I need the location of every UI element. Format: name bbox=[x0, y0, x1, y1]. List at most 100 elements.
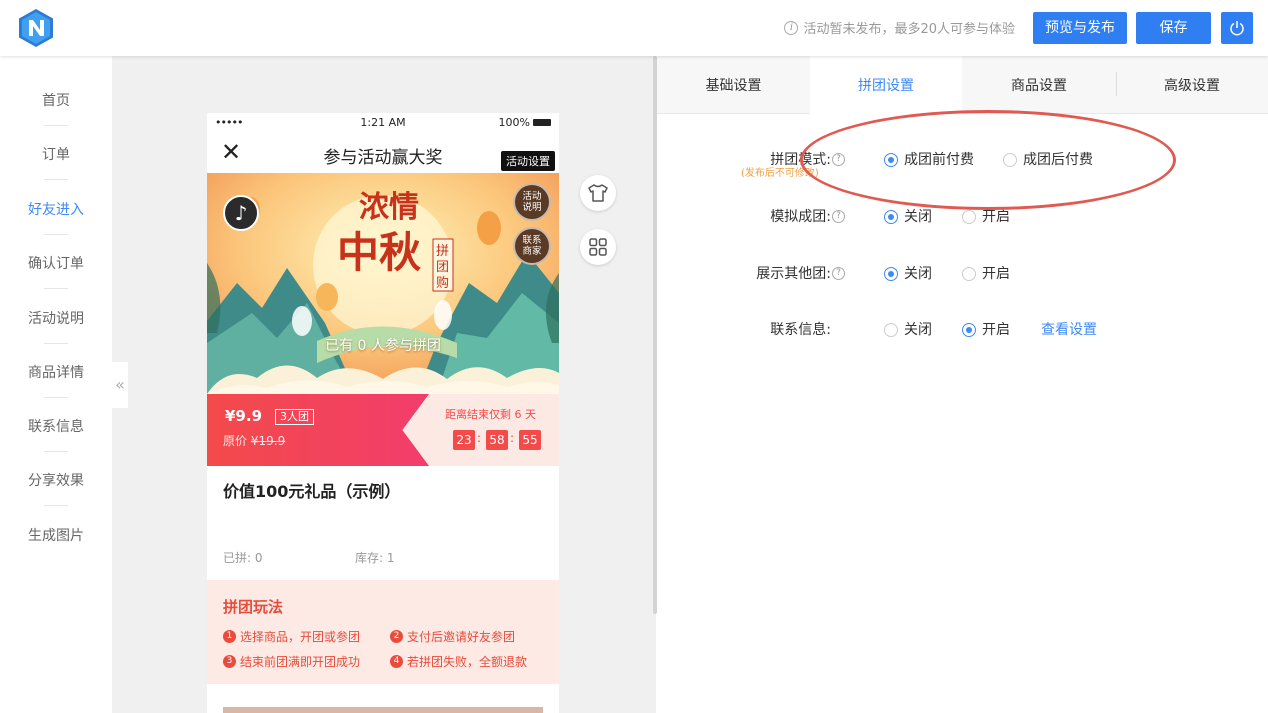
theme-button[interactable] bbox=[580, 175, 616, 211]
radio-label: 关闭 bbox=[904, 322, 932, 338]
annotation-highlight-ellipse bbox=[800, 110, 1176, 210]
sidebar-item-activity-info[interactable]: 活动说明 bbox=[0, 308, 112, 328]
radio-unchecked-icon bbox=[962, 210, 976, 224]
product-name: 价值100元礼品（示例） bbox=[223, 482, 401, 501]
sub-headline-char: 拼 bbox=[436, 244, 449, 259]
joined-stat: 已拼: 0 bbox=[223, 551, 263, 565]
sidebar-item-home[interactable]: 首页 bbox=[0, 90, 112, 110]
battery-icon bbox=[533, 119, 551, 126]
sidebar-item-confirm-order[interactable]: 确认订单 bbox=[0, 253, 112, 273]
rule-text: 选择商品，开团或参团 bbox=[240, 630, 361, 644]
grid-icon bbox=[589, 238, 607, 256]
rule-item: 3 结束前团满即开团成功 bbox=[223, 653, 360, 670]
rules-title: 拼团玩法 bbox=[223, 598, 284, 616]
sub-headline-char: 购 bbox=[436, 275, 449, 291]
view-settings-link[interactable]: 查看设置 bbox=[1041, 318, 1097, 342]
countdown-minutes: 58 bbox=[486, 430, 508, 450]
stock-stat: 库存: 1 bbox=[355, 551, 395, 565]
sidebar-item-product-detail[interactable]: 商品详情 bbox=[0, 362, 112, 382]
sidebar-divider bbox=[44, 179, 68, 180]
countdown-separator: : bbox=[477, 431, 482, 445]
radio-checked-icon bbox=[884, 210, 898, 224]
countdown-separator: : bbox=[510, 431, 515, 445]
tab-group[interactable]: 拼团设置 bbox=[810, 56, 962, 115]
countdown-label: 距离结束仅剩 6 天 bbox=[445, 408, 536, 421]
sidebar-divider bbox=[44, 234, 68, 235]
radio-checked-icon bbox=[962, 323, 976, 337]
rule-number: 2 bbox=[390, 630, 403, 643]
show-other-off-radio[interactable]: 关闭 bbox=[884, 262, 932, 286]
tab-basic[interactable]: 基础设置 bbox=[657, 56, 810, 114]
simulate-group-label: 模拟成团: bbox=[770, 209, 831, 225]
phone-status-bar: ••••• 1:21 AM 100% bbox=[207, 113, 559, 133]
rule-item: 2 支付后邀请好友参团 bbox=[390, 628, 515, 645]
promo-banner[interactable]: 浓情 中秋 拼 团 购 ♪ 活动 说明 联系 商家 已有 0 人参与拼团 bbox=[207, 173, 559, 394]
rule-text: 支付后邀请好友参团 bbox=[407, 630, 516, 644]
sidebar-item-contact[interactable]: 联系信息 bbox=[0, 416, 112, 436]
sidebar-divider bbox=[44, 288, 68, 289]
group-price: ¥9.9 bbox=[225, 407, 263, 425]
headline-line2: 中秋 bbox=[337, 228, 421, 277]
show-other-groups-label: 展示其他团: bbox=[756, 266, 831, 282]
music-toggle[interactable]: ♪ bbox=[223, 195, 259, 231]
double-chevron-left-icon: « bbox=[115, 375, 125, 394]
rule-text: 结束前团满即开团成功 bbox=[240, 655, 361, 669]
save-button[interactable]: 保存 bbox=[1136, 12, 1211, 44]
notice-text: 活动暂未发布，最多20人可参与体验 bbox=[803, 22, 1015, 37]
joined-count-text: 已有 0 人参与拼团 bbox=[325, 338, 441, 354]
rule-number: 4 bbox=[390, 655, 403, 668]
sidebar-item-friend-entry[interactable]: 好友进入 bbox=[0, 199, 112, 219]
music-note-icon: ♪ bbox=[234, 201, 248, 225]
radio-unchecked-icon bbox=[962, 267, 976, 281]
contact-info-label: 联系信息: bbox=[770, 322, 831, 338]
countdown-seconds: 55 bbox=[519, 430, 541, 450]
publish-notice: i 活动暂未发布，最多20人可参与体验 bbox=[784, 18, 1015, 37]
rule-item: 1 选择商品，开团或参团 bbox=[223, 628, 360, 645]
help-icon[interactable]: ? bbox=[832, 267, 845, 280]
tab-product[interactable]: 商品设置 bbox=[962, 56, 1116, 114]
price-section bbox=[207, 394, 429, 466]
sidebar-item-share[interactable]: 分享效果 bbox=[0, 470, 112, 490]
original-price-value: ¥19.9 bbox=[250, 434, 286, 448]
rule-number: 3 bbox=[223, 655, 236, 668]
contact-on-radio[interactable]: 开启 bbox=[962, 318, 1010, 342]
tab-advanced[interactable]: 高级设置 bbox=[1116, 56, 1268, 114]
sidebar-divider bbox=[44, 343, 68, 344]
product-image-strip bbox=[223, 707, 543, 713]
show-other-on-radio[interactable]: 开启 bbox=[962, 262, 1010, 286]
radio-label: 开启 bbox=[982, 266, 1010, 282]
countdown-hours: 23 bbox=[453, 430, 475, 450]
components-button[interactable] bbox=[580, 229, 616, 265]
power-icon bbox=[1230, 21, 1244, 36]
phone-preview: ••••• 1:21 AM 100% ✕ 参与活动赢大奖 活动设置 浓情 中秋 … bbox=[207, 113, 559, 713]
exit-button[interactable] bbox=[1221, 12, 1253, 44]
sidebar-divider bbox=[44, 125, 68, 126]
sidebar-item-generate-image[interactable]: 生成图片 bbox=[0, 525, 112, 545]
sidebar-divider bbox=[44, 505, 68, 506]
activity-rules-button[interactable]: 活动 说明 bbox=[513, 183, 551, 221]
rule-number: 1 bbox=[223, 630, 236, 643]
sidebar-item-orders[interactable]: 订单 bbox=[0, 144, 112, 164]
activity-settings-tag[interactable]: 活动设置 bbox=[501, 151, 555, 171]
sidebar: 首页 订单 好友进入 确认订单 活动说明 商品详情 联系信息 分享效果 生成图片 bbox=[0, 56, 112, 713]
radio-label: 开启 bbox=[982, 322, 1010, 338]
original-price: 原价 ¥19.9 bbox=[223, 432, 285, 449]
contact-merchant-button[interactable]: 联系 商家 bbox=[513, 227, 551, 265]
group-size-badge: 3人团 bbox=[275, 409, 314, 425]
original-price-label: 原价 bbox=[223, 434, 248, 448]
help-icon[interactable]: ? bbox=[832, 210, 845, 223]
group-rules-section: 拼团玩法 1 选择商品，开团或参团 2 支付后邀请好友参团 3 结束前团满即开团成功 … bbox=[207, 580, 559, 684]
sidebar-divider bbox=[44, 451, 68, 452]
preview-publish-button[interactable]: 预览与发布 bbox=[1033, 12, 1127, 44]
rule-text: 若拼团失败，全额退款 bbox=[407, 655, 528, 669]
radio-checked-icon bbox=[884, 267, 898, 281]
app-logo bbox=[19, 9, 53, 47]
banner-headline: 浓情 中秋 拼 团 购 bbox=[337, 190, 454, 292]
price-bar: ¥9.9 3人团 原价 ¥19.9 距离结束仅剩 6 天 23 : 58 : 5… bbox=[207, 394, 559, 466]
collapse-sidebar-button[interactable]: « bbox=[112, 362, 128, 408]
rule-item: 4 若拼团失败，全额退款 bbox=[390, 653, 527, 670]
info-icon: i bbox=[784, 20, 799, 35]
headline-line1: 浓情 bbox=[359, 190, 419, 225]
contact-off-radio[interactable]: 关闭 bbox=[884, 318, 932, 342]
simulate-off-radio[interactable]: 关闭 bbox=[884, 205, 932, 229]
